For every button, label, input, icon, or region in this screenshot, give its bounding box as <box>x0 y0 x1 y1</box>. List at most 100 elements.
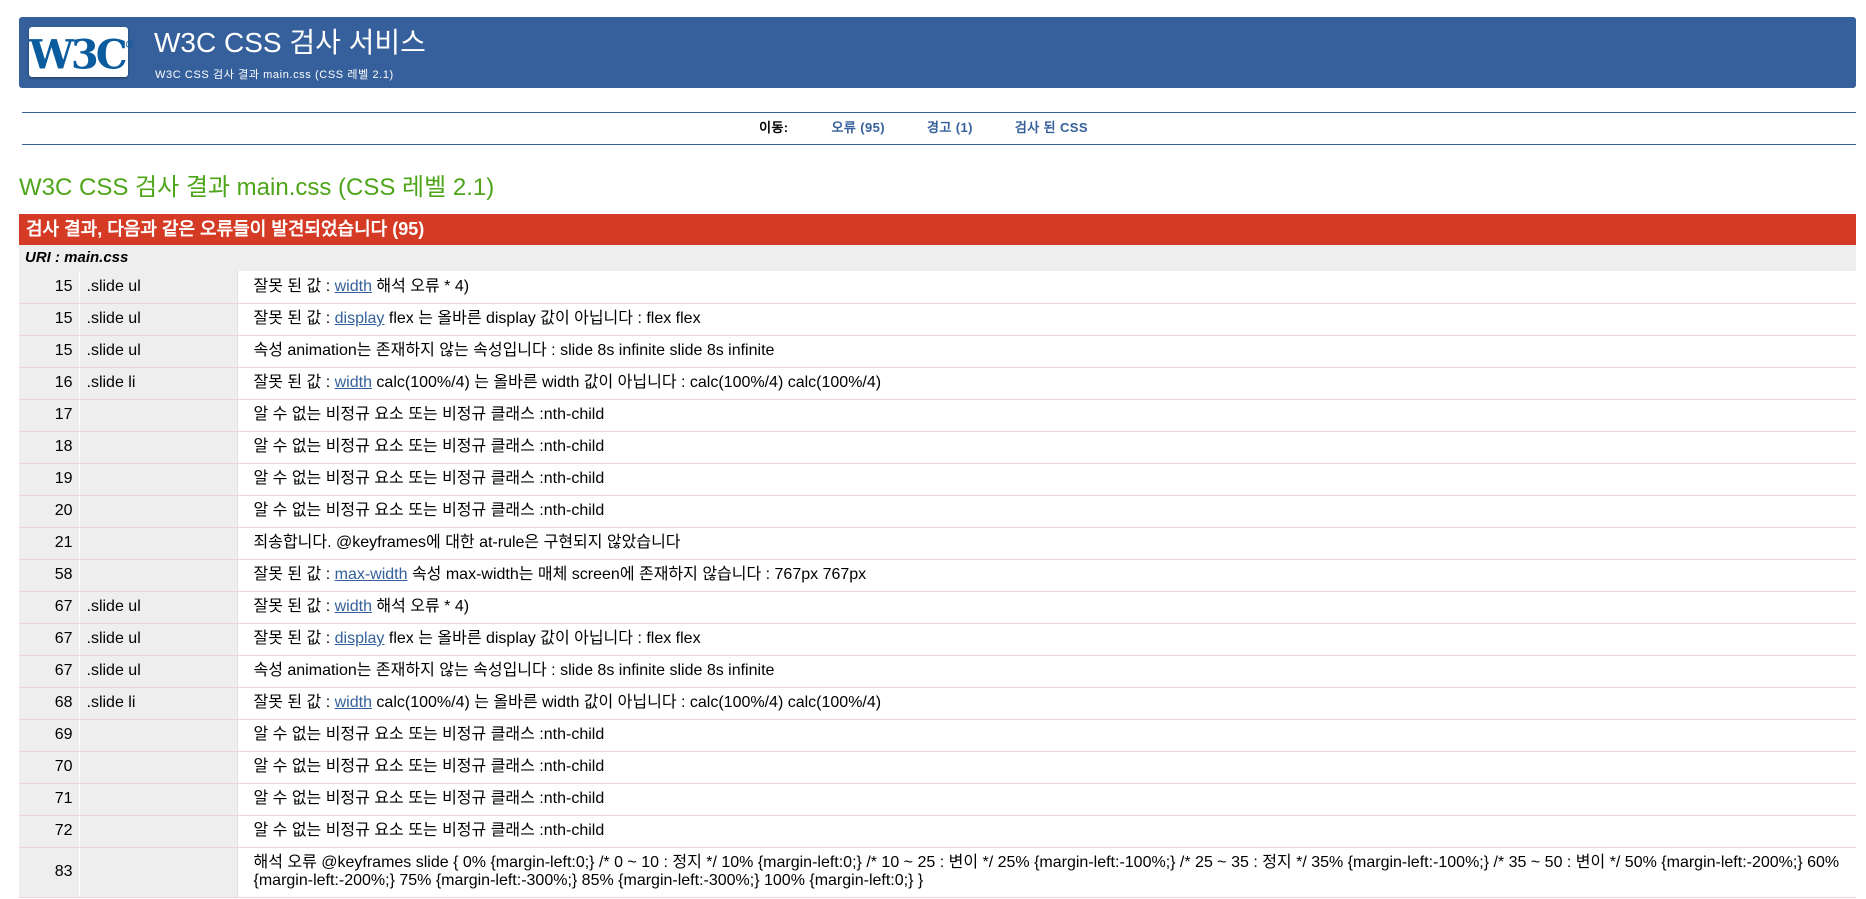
error-message: 죄송합니다. @keyframes에 대한 at-rule은 구현되지 않았습니… <box>237 527 1856 560</box>
error-message: 알 수 없는 비정규 요소 또는 비정규 클래스 :nth-child <box>237 399 1856 432</box>
error-context: .slide ul <box>78 623 238 656</box>
error-line-number: 19 <box>19 463 79 496</box>
error-context <box>78 559 238 592</box>
error-message: 알 수 없는 비정규 요소 또는 비정규 클래스 :nth-child <box>237 463 1856 496</box>
error-message-text: 알 수 없는 비정규 요소 또는 비정규 클래스 :nth-child <box>253 758 605 775</box>
error-message-text: 알 수 없는 비정규 요소 또는 비정규 클래스 :nth-child <box>253 470 605 487</box>
error-message: 알 수 없는 비정규 요소 또는 비정규 클래스 :nth-child <box>237 751 1856 784</box>
error-message-text: 속성 animation는 존재하지 않는 속성입니다 : slide 8s i… <box>253 662 775 679</box>
error-message: 알 수 없는 비정규 요소 또는 비정규 클래스 :nth-child <box>237 719 1856 752</box>
error-message-detail: flex 는 올바른 display 값이 아닙니다 : flex flex <box>384 630 701 647</box>
error-row: 21 죄송합니다. @keyframes에 대한 at-rule은 구현되지 않았… <box>19 527 1856 560</box>
error-line-number: 67 <box>19 655 79 688</box>
error-line-number: 67 <box>19 591 79 624</box>
error-row: 20 알 수 없는 비정규 요소 또는 비정규 클래스 :nth-child <box>19 495 1856 528</box>
jump-link-warnings[interactable]: 경고 (1) <box>927 120 973 135</box>
w3c-logo-text: W3C <box>29 31 128 79</box>
error-message-detail: 속성 max-width는 매체 screen에 존재하지 않습니다 : 767… <box>407 566 867 583</box>
error-line-number: 15 <box>19 335 79 368</box>
error-line-number: 20 <box>19 495 79 528</box>
error-line-number: 21 <box>19 527 79 560</box>
error-message: 알 수 없는 비정규 요소 또는 비정규 클래스 :nth-child <box>237 815 1856 848</box>
error-row: 17 알 수 없는 비정규 요소 또는 비정규 클래스 :nth-child <box>19 399 1856 432</box>
error-row: 69 알 수 없는 비정규 요소 또는 비정규 클래스 :nth-child <box>19 719 1856 752</box>
result-title: W3C CSS 검사 결과 main.css (CSS 레벨 2.1) <box>19 174 495 201</box>
errors-table: 15 .slide ul 잘못 된 값 : width 해석 오류 * 4) 15 .s… <box>19 271 1856 898</box>
error-message: 알 수 없는 비정규 요소 또는 비정규 클래스 :nth-child <box>237 495 1856 528</box>
jumpbar-bottom-divider <box>22 144 1856 145</box>
error-line-number: 71 <box>19 783 79 816</box>
registered-mark-icon: ® <box>124 40 135 51</box>
error-line-number: 15 <box>19 303 79 336</box>
property-link[interactable]: width <box>335 598 372 615</box>
error-context <box>78 495 238 528</box>
error-context: .slide ul <box>78 591 238 624</box>
error-message: 잘못 된 값 : width calc(100%/4) 는 올바른 width … <box>237 687 1856 720</box>
error-message-text: 잘못 된 값 : <box>253 598 335 615</box>
property-link[interactable]: width <box>335 278 372 295</box>
error-message-text: 해석 오류 @keyframes slide { 0% {margin-left… <box>253 854 1844 889</box>
jump-link-errors[interactable]: 오류 (95) <box>832 120 885 135</box>
error-row: 67 .slide ul 속성 animation는 존재하지 않는 속성입니다 :… <box>19 655 1856 688</box>
property-link[interactable]: max-width <box>335 566 408 583</box>
error-line-number: 70 <box>19 751 79 784</box>
error-row: 19 알 수 없는 비정규 요소 또는 비정규 클래스 :nth-child <box>19 463 1856 496</box>
error-message-text: 알 수 없는 비정규 요소 또는 비정규 클래스 :nth-child <box>253 438 605 455</box>
error-context <box>78 815 238 848</box>
site-subtitle: W3C CSS 검사 결과 main.css (CSS 레벨 2.1) <box>155 69 394 81</box>
error-message-detail: calc(100%/4) 는 올바른 width 값이 아닙니다 : calc(… <box>371 374 882 391</box>
property-link[interactable]: width <box>335 694 372 711</box>
error-context <box>78 783 238 816</box>
site-title: W3C CSS 검사 서비스 <box>154 27 426 58</box>
error-context <box>78 847 238 898</box>
error-context: .slide li <box>78 367 238 400</box>
error-context: .slide ul <box>78 303 238 336</box>
error-context <box>78 463 238 496</box>
error-row: 16 .slide li 잘못 된 값 : width calc(100%/4) 는… <box>19 367 1856 400</box>
error-context <box>78 751 238 784</box>
error-row: 15 .slide ul 잘못 된 값 : width 해석 오류 * 4) <box>19 271 1856 304</box>
errors-header: 검사 결과, 다음과 같은 오류들이 발견되었습니다 (95) <box>19 214 1856 245</box>
error-message-text: 속성 animation는 존재하지 않는 속성입니다 : slide 8s i… <box>253 342 775 359</box>
property-link[interactable]: display <box>335 310 385 327</box>
error-row: 58 잘못 된 값 : max-width 속성 max-width는 매체 sc… <box>19 559 1856 592</box>
jump-link-validated-css[interactable]: 검사 된 CSS <box>1015 120 1088 135</box>
error-message: 해석 오류 @keyframes slide { 0% {margin-left… <box>237 847 1856 898</box>
jump-navigation: 이동: 오류 (95) 경고 (1) 검사 된 CSS <box>0 117 1866 136</box>
error-context <box>78 527 238 560</box>
error-message: 잘못 된 값 : width 해석 오류 * 4) <box>237 591 1856 624</box>
error-message: 속성 animation는 존재하지 않는 속성입니다 : slide 8s i… <box>237 335 1856 368</box>
error-row: 68 .slide li 잘못 된 값 : width calc(100%/4) 는… <box>19 687 1856 720</box>
error-message-text: 알 수 없는 비정규 요소 또는 비정규 클래스 :nth-child <box>253 790 605 807</box>
error-message-text: 알 수 없는 비정규 요소 또는 비정규 클래스 :nth-child <box>253 822 605 839</box>
error-message-text: 알 수 없는 비정규 요소 또는 비정규 클래스 :nth-child <box>253 502 605 519</box>
error-row: 18 알 수 없는 비정규 요소 또는 비정규 클래스 :nth-child <box>19 431 1856 464</box>
error-row: 83 해석 오류 @keyframes slide { 0% {margin-le… <box>19 847 1856 898</box>
error-line-number: 69 <box>19 719 79 752</box>
error-row: 71 알 수 없는 비정규 요소 또는 비정규 클래스 :nth-child <box>19 783 1856 816</box>
error-message-text: 죄송합니다. @keyframes에 대한 at-rule은 구현되지 않았습니… <box>253 534 681 551</box>
error-message-text: 알 수 없는 비정규 요소 또는 비정규 클래스 :nth-child <box>253 726 605 743</box>
error-message-detail: 해석 오류 * 4) <box>371 598 470 615</box>
error-row: 15 .slide ul 잘못 된 값 : display flex 는 올바른 d… <box>19 303 1856 336</box>
error-row: 67 .slide ul 잘못 된 값 : display flex 는 올바른 d… <box>19 623 1856 656</box>
error-row: 67 .slide ul 잘못 된 값 : width 해석 오류 * 4) <box>19 591 1856 624</box>
error-message-text: 잘못 된 값 : <box>253 630 335 647</box>
error-message: 속성 animation는 존재하지 않는 속성입니다 : slide 8s i… <box>237 655 1856 688</box>
error-context <box>78 431 238 464</box>
error-context: .slide ul <box>78 655 238 688</box>
w3c-logo[interactable]: W3C® <box>29 27 135 79</box>
error-line-number: 16 <box>19 367 79 400</box>
error-message: 잘못 된 값 : width 해석 오류 * 4) <box>237 271 1856 304</box>
error-message-text: 잘못 된 값 : <box>253 566 335 583</box>
error-message: 알 수 없는 비정규 요소 또는 비정규 클래스 :nth-child <box>237 431 1856 464</box>
error-message: 잘못 된 값 : display flex 는 올바른 display 값이 아… <box>237 303 1856 336</box>
header-banner: W3C® W3C CSS 검사 서비스 W3C CSS 검사 결과 main.c… <box>19 17 1856 88</box>
property-link[interactable]: width <box>335 374 372 391</box>
error-message-detail: flex 는 올바른 display 값이 아닙니다 : flex flex <box>384 310 701 327</box>
error-message-text: 알 수 없는 비정규 요소 또는 비정규 클래스 :nth-child <box>253 406 605 423</box>
error-message: 잘못 된 값 : display flex 는 올바른 display 값이 아… <box>237 623 1856 656</box>
property-link[interactable]: display <box>335 630 385 647</box>
error-row: 70 알 수 없는 비정규 요소 또는 비정규 클래스 :nth-child <box>19 751 1856 784</box>
error-message-text: 잘못 된 값 : <box>253 374 335 391</box>
